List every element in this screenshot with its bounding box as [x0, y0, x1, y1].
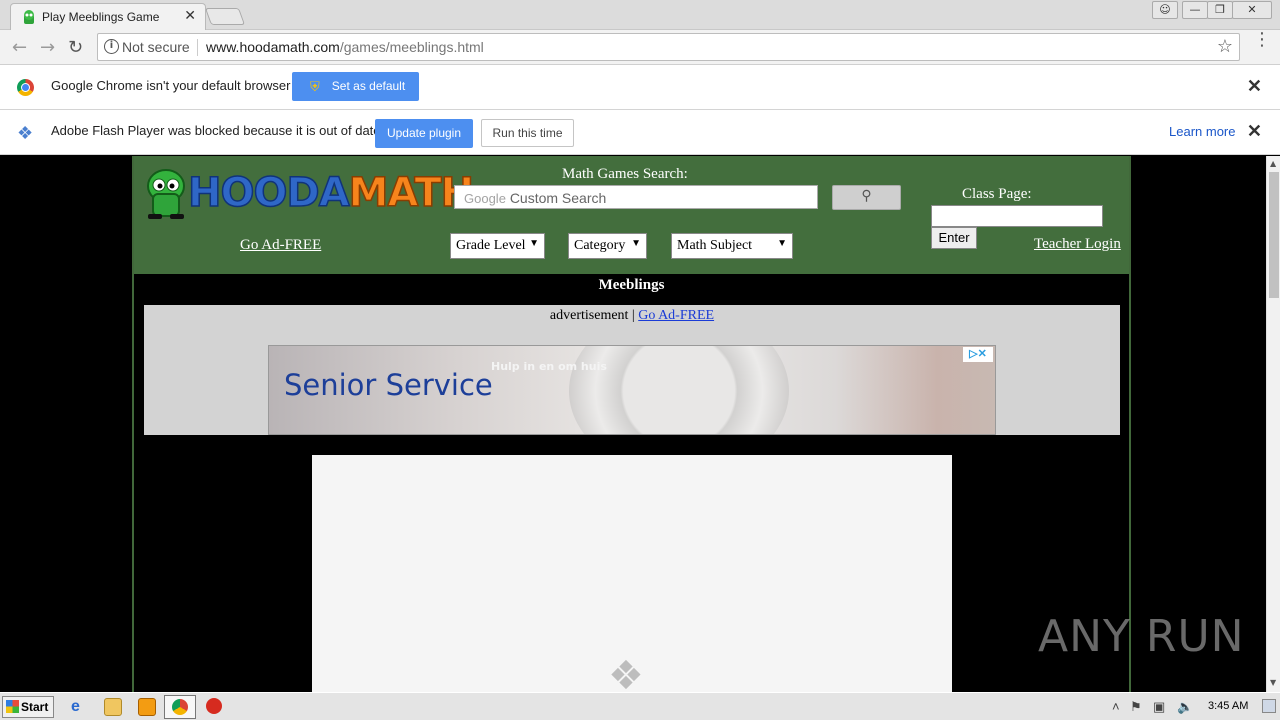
omnibox-separator [197, 39, 198, 56]
action-center-flag-icon[interactable]: ⚑ [1130, 699, 1142, 715]
reload-icon[interactable]: ↻ [68, 37, 83, 58]
media-player-icon[interactable] [138, 698, 156, 716]
run-this-time-button[interactable]: Run this time [481, 119, 574, 147]
ad-go-ad-free-link[interactable]: Go Ad-FREE [638, 308, 714, 323]
url-path: /games/meeblings.html [339, 39, 484, 55]
tab-title: Play Meeblings Game [42, 10, 160, 24]
hoodamath-logo[interactable]: HOODAMATH [187, 169, 475, 217]
bookmark-star-icon[interactable]: ☆ [1217, 36, 1233, 57]
url-text[interactable]: www.hoodamath.com/games/meeblings.html [206, 39, 484, 55]
anyrun-watermark: ANY RUN [1038, 611, 1245, 662]
set-as-default-button[interactable]: ⛨ Set as default [292, 72, 419, 101]
ad-choices-icon[interactable]: ▷✕ [963, 347, 993, 362]
enter-button[interactable]: Enter [931, 227, 977, 249]
url-host: www.hoodamath.com [206, 39, 340, 55]
flash-game-placeholder[interactable]: ❖ [312, 455, 952, 692]
tab-meeblings[interactable]: Play Meeblings Game ✕ [10, 3, 206, 31]
page-scrollbar[interactable]: ▲ ▼ [1266, 156, 1280, 692]
scroll-up-arrow-icon[interactable]: ▲ [1270, 159, 1276, 168]
hoodamath-favicon-icon [24, 10, 34, 24]
flash-blocked-message: Adobe Flash Player was blocked because i… [51, 123, 381, 138]
info-icon[interactable]: i [104, 39, 119, 54]
dropdown-arrow-icon: ▼ [777, 238, 787, 249]
plugin-puzzle-icon: ❖ [17, 123, 34, 143]
ad-plate-image [569, 346, 789, 434]
teacher-login-link[interactable]: Teacher Login [1034, 236, 1121, 253]
tray-expand-icon[interactable]: ˄ [1112, 699, 1120, 714]
site-container: HOODAMATH Go Ad-FREE Math Games Search: … [132, 156, 1131, 692]
security-app-icon[interactable] [206, 698, 222, 714]
search-button[interactable]: ⚲ [832, 185, 901, 210]
class-page-input[interactable] [931, 205, 1103, 227]
start-label: Start [21, 700, 49, 714]
restore-button[interactable]: ❐ [1207, 1, 1233, 19]
default-browser-infobar: Google Chrome isn't your default browser… [0, 65, 1280, 110]
ad-panel: advertisement | Go Ad-FREE Hulp in en om… [144, 305, 1120, 435]
ad-banner[interactable]: Hulp in en om huis Senior Service ▷✕ [268, 345, 996, 435]
back-arrow-icon[interactable]: ← [12, 37, 27, 58]
close-flash-infobar-icon[interactable]: ✕ [1247, 121, 1262, 142]
scroll-down-arrow-icon[interactable]: ▼ [1270, 678, 1276, 687]
new-tab-button[interactable] [204, 8, 246, 25]
go-ad-free-link[interactable]: Go Ad-FREE [240, 237, 321, 254]
close-default-infobar-icon[interactable]: ✕ [1247, 76, 1262, 97]
address-bar[interactable]: i Not secure www.hoodamath.com/games/mee… [97, 33, 1240, 61]
windows-taskbar: Start e ˄ ⚑ ▣ 🔈 3:45 AM [0, 692, 1280, 720]
chrome-menu-icon[interactable]: ⋮ [1253, 31, 1271, 49]
grade-level-select[interactable]: Grade Level ▼ [450, 233, 545, 259]
blocked-plugin-puzzle-icon: ❖ [608, 653, 644, 692]
flash-blocked-infobar: ❖ Adobe Flash Player was blocked because… [0, 110, 1280, 155]
category-select[interactable]: Category ▼ [568, 233, 647, 259]
scroll-thumb[interactable] [1269, 172, 1279, 298]
network-icon[interactable]: ▣ [1153, 699, 1165, 715]
close-window-button[interactable]: ✕ [1232, 1, 1272, 19]
file-explorer-icon[interactable] [104, 698, 122, 716]
search-input[interactable]: Google Custom Search [454, 185, 818, 209]
math-subject-select[interactable]: Math Subject ▼ [671, 233, 793, 259]
ad-label-row: advertisement | Go Ad-FREE [144, 308, 1120, 324]
update-plugin-button[interactable]: Update plugin [375, 119, 473, 148]
volume-icon[interactable]: 🔈 [1177, 699, 1193, 715]
system-clock[interactable]: 3:45 AM [1208, 700, 1248, 712]
math-subject-label: Math Subject [677, 238, 753, 253]
chrome-logo-icon [17, 79, 34, 96]
windows-logo-icon [6, 700, 19, 713]
tab-close-icon[interactable]: ✕ [184, 8, 196, 24]
forward-arrow-icon[interactable]: → [40, 37, 55, 58]
user-icon[interactable]: ☺ [1152, 1, 1178, 19]
not-secure-label: Not secure [122, 39, 190, 55]
minimize-button[interactable]: — [1182, 1, 1208, 19]
dropdown-arrow-icon: ▼ [631, 238, 641, 249]
ad-headline: Senior Service [284, 368, 493, 402]
dropdown-arrow-icon: ▼ [529, 238, 539, 249]
game-title: Meeblings [598, 277, 665, 293]
learn-more-link[interactable]: Learn more [1169, 124, 1235, 139]
class-page-label: Class Page: [962, 186, 1032, 202]
logo-hooda: HOODA [187, 169, 350, 217]
title-bar: Play Meeblings Game ✕ ☺ — ❐ ✕ [0, 0, 1280, 31]
site-header: HOODAMATH Go Ad-FREE Math Games Search: … [134, 156, 1129, 274]
show-desktop-button[interactable] [1262, 699, 1276, 713]
set-as-default-label: Set as default [331, 79, 406, 93]
chrome-taskbar-icon [172, 699, 188, 715]
taskbar-chrome-button[interactable] [164, 695, 196, 719]
default-browser-message: Google Chrome isn't your default browser [51, 78, 291, 93]
search-icon: ⚲ [861, 189, 872, 204]
hoodamath-mascot-icon [147, 169, 185, 219]
shield-icon: ⛨ [310, 79, 320, 94]
internet-explorer-icon[interactable]: e [71, 698, 89, 716]
browser-toolbar: ← → ↻ i Not secure www.hoodamath.com/gam… [0, 30, 1280, 65]
grade-level-label: Grade Level [456, 238, 526, 253]
advertisement-label: advertisement | [549, 308, 635, 323]
category-label: Category [574, 238, 626, 253]
search-label: Math Games Search: [562, 166, 688, 182]
search-placeholder: Custom Search [509, 190, 607, 206]
start-button[interactable]: Start [2, 696, 54, 718]
google-brand: Google [464, 191, 506, 206]
ad-subtext: Hulp in en om huis [491, 360, 607, 373]
